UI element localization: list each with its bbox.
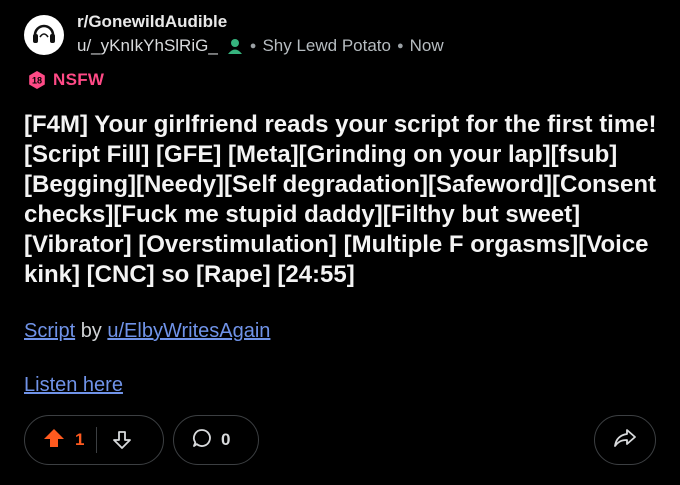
post-meta: r/GonewildAudible u/_yKnIkYhSlRiG_ ● Shy… [77,12,444,58]
vote-count: 1 [75,430,85,449]
script-link[interactable]: Script [24,320,75,342]
nsfw-badge-number: 18 [32,76,42,86]
listen-link[interactable]: Listen here [24,374,123,396]
nsfw-tag: 18 NSFW [27,70,104,90]
subreddit-avatar[interactable] [24,15,64,55]
comment-bubble-icon [191,427,213,454]
post-byline: u/_yKnIkYhSlRiG_ ● Shy Lewd Potato ● Now [77,34,444,58]
author-link[interactable]: u/ElbyWritesAgain [107,320,270,342]
nsfw-18-icon: 18 [27,70,47,90]
separator-dot: ● [396,40,404,52]
listen-line: Listen here [24,374,123,397]
user-flair: Shy Lewd Potato [262,36,391,55]
downvote-arrow-icon[interactable] [111,429,133,451]
post-username[interactable]: u/_yKnIkYhSlRiG_ [77,34,218,58]
separator-dot: ● [249,40,257,52]
script-credit: Script by u/ElbyWritesAgain [24,320,270,343]
post-header: r/GonewildAudible u/_yKnIkYhSlRiG_ ● Shy… [24,10,444,60]
action-bar: 1 0 [24,415,656,467]
vote-divider [96,427,98,453]
post-timestamp: Now [409,36,444,55]
share-arrow-icon [613,427,637,454]
comment-button[interactable]: 0 [173,415,259,465]
post-title[interactable]: [F4M] Your girlfriend reads your script … [24,110,664,290]
comment-count: 0 [221,430,231,449]
subreddit-name[interactable]: r/GonewildAudible [77,12,444,32]
share-button[interactable] [594,415,656,465]
headphones-avatar-icon [29,18,59,53]
user-online-icon [226,37,244,55]
nsfw-label: NSFW [53,70,105,89]
by-text: by [80,320,102,342]
upvote-arrow-icon[interactable] [43,427,65,454]
vote-control: 1 [24,415,164,465]
